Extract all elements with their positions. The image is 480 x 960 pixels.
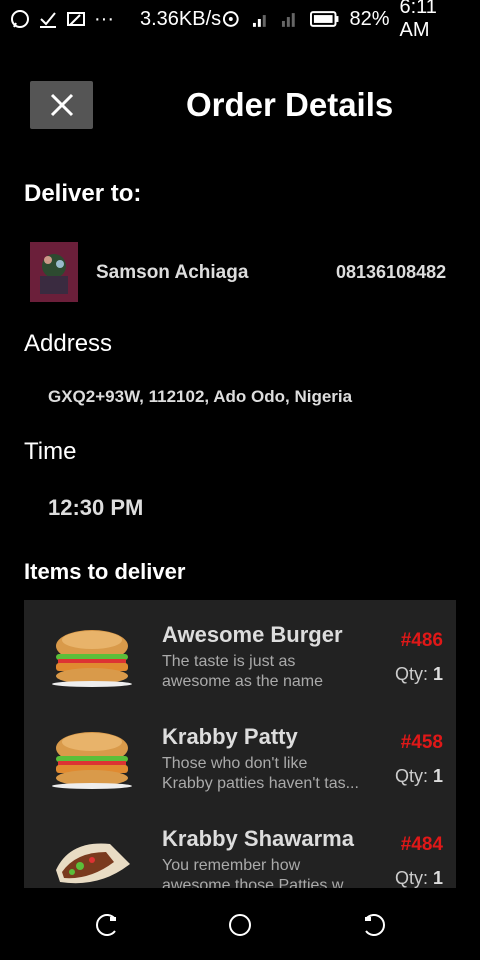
page-title: Order Details xyxy=(186,86,394,123)
close-icon xyxy=(50,93,73,117)
deliver-to-label: Deliver to: xyxy=(24,180,142,207)
network-speed: 3.36KB/s xyxy=(139,7,222,30)
customer-phone[interactable]: 08136108482 xyxy=(336,262,446,283)
item-description: The taste is just as awesome as the name xyxy=(162,653,323,690)
status-bar: ··· 3.36KB/s 82% 6:11 AM xyxy=(0,0,480,41)
clock: 6:11 AM xyxy=(399,0,437,41)
signal-2-icon xyxy=(282,13,296,27)
home-icon[interactable] xyxy=(228,913,252,937)
burger-icon xyxy=(52,630,132,687)
list-item[interactable]: Krabby Shawarma You remember how awesome… xyxy=(24,804,456,888)
notification-icons: ··· 3.36KB/s xyxy=(0,8,221,31)
item-name: Krabby Patty xyxy=(162,724,298,749)
items-to-deliver-label: Items to deliver xyxy=(24,559,186,584)
item-name: Awesome Burger xyxy=(162,622,343,647)
list-item[interactable]: Krabby Patty Those who don't like Krabby… xyxy=(24,702,456,804)
time-label: Time xyxy=(24,438,77,465)
recent-apps-icon[interactable] xyxy=(95,913,119,937)
battery-percent: 82% xyxy=(349,7,390,30)
item-description: Those who don't like Krabby patties have… xyxy=(162,755,359,792)
item-name: Krabby Shawarma xyxy=(162,826,354,851)
check-icon xyxy=(40,12,56,28)
address-label: Address xyxy=(24,330,113,357)
close-button[interactable] xyxy=(30,81,93,129)
burger-icon xyxy=(52,732,132,789)
more-icon: ··· xyxy=(94,7,114,30)
address-value: GXQ2+93W, 112102, Ado Odo, Nigeria xyxy=(48,387,353,406)
item-qty: Qty: 1 xyxy=(394,664,443,684)
item-qty: Qty: 1 xyxy=(394,868,443,888)
signal-icon xyxy=(252,15,266,27)
time-value: 12:30 PM xyxy=(48,495,144,520)
avatar xyxy=(30,242,78,302)
item-qty: Qty: 1 xyxy=(394,766,443,786)
item-price: #486 xyxy=(400,630,443,651)
customer-name: Samson Achiaga xyxy=(96,262,249,283)
battery-icon xyxy=(310,11,339,27)
hotspot-icon xyxy=(223,11,239,27)
list-item[interactable]: Awesome Burger The taste is just as awes… xyxy=(24,600,456,702)
item-price: #484 xyxy=(400,834,443,855)
shawarma-icon xyxy=(56,843,130,884)
item-description: You remember how awesome those Patties w… xyxy=(162,857,356,888)
whatsapp-icon xyxy=(11,10,29,28)
item-price: #458 xyxy=(400,732,443,753)
items-list[interactable]: Awesome Burger The taste is just as awes… xyxy=(24,600,456,888)
back-icon[interactable] xyxy=(362,913,386,937)
screen-cast-icon xyxy=(67,12,85,26)
